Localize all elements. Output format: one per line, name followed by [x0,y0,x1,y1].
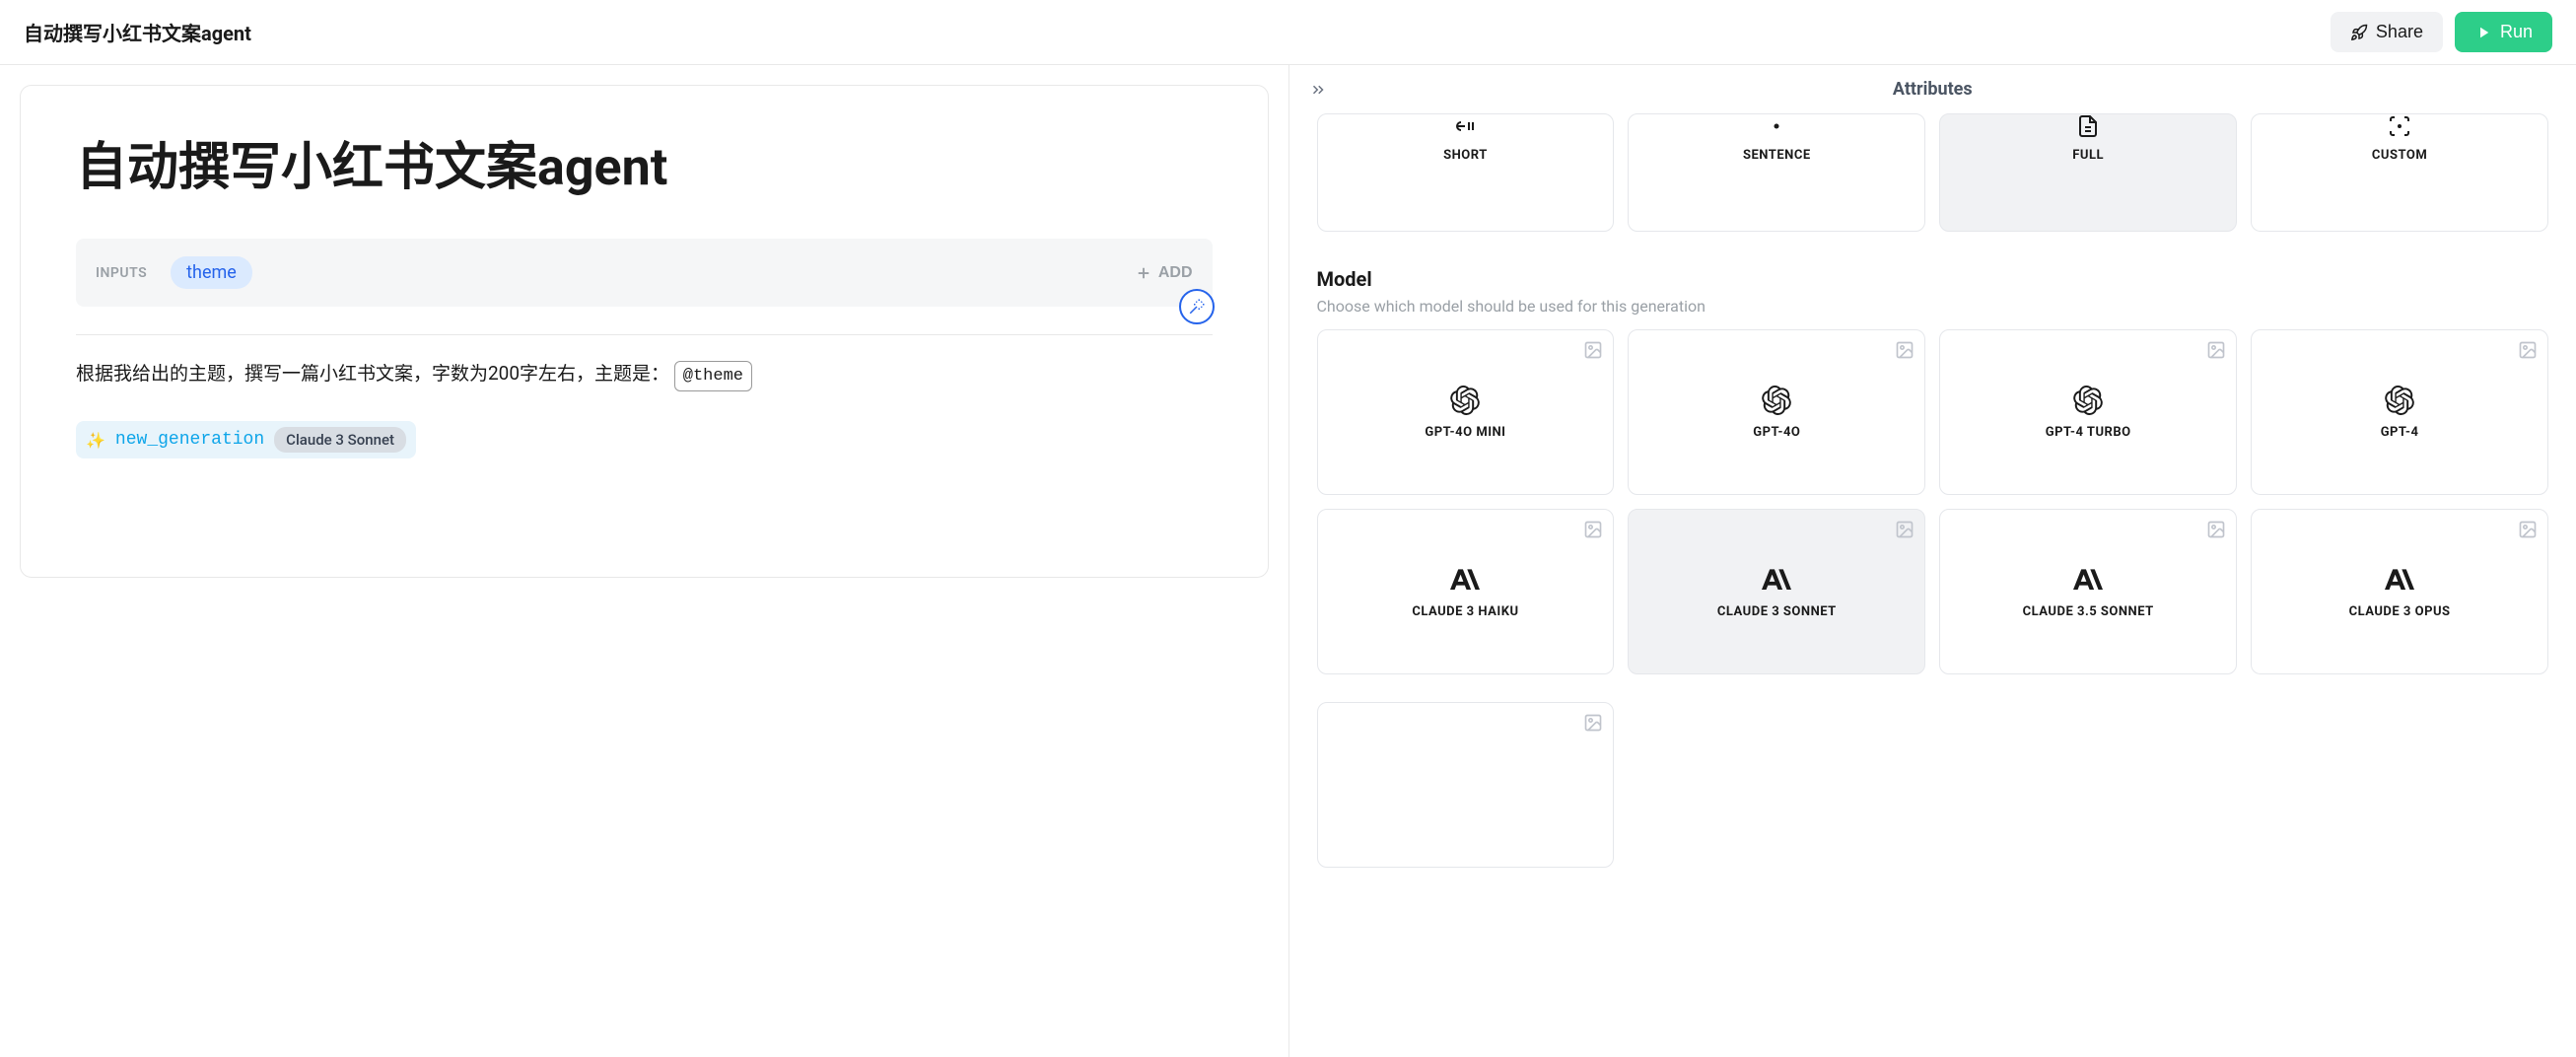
add-label: ADD [1158,264,1193,282]
model-tile-claude-3-opus[interactable]: CLAUDE 3 OPUS [2251,509,2548,674]
prompt-prefix: 根据我给出的主题，撰写一篇小红书文案，字数为200字左右，主题是： [76,362,669,385]
extra-grid [1289,702,2576,895]
model-label: CLAUDE 3 HAIKU [1412,604,1518,619]
main-layout: 自动撰写小红书文案agent INPUTS theme ADD [0,65,2576,1057]
plus-icon [1135,264,1152,282]
model-label: GPT-4 [2381,425,2419,440]
run-label: Run [2500,22,2533,42]
model-tile-gpt-4[interactable]: GPT-4 [2251,329,2548,495]
model-label: GPT-4O MINI [1425,425,1505,440]
anthropic-logo-icon [1762,565,1791,595]
image-icon [1895,340,1915,360]
openai-logo-icon [1450,386,1480,415]
panel-title: Attributes [1893,79,1973,100]
image-icon [2518,520,2538,539]
generation-block[interactable]: ✨ new_generation Claude 3 Sonnet [76,421,416,458]
editor-card: 自动撰写小红书文案agent INPUTS theme ADD [20,85,1269,578]
length-tile-custom[interactable]: CUSTOM [2251,113,2548,232]
model-tile-claude-3-sonnet[interactable]: CLAUDE 3 SONNET [1628,509,1925,674]
length-tile-short[interactable]: SHORT [1317,113,1615,232]
image-icon [1583,713,1603,733]
prompt-text[interactable]: 根据我给出的主题，撰写一篇小红书文案，字数为200字左右，主题是： @theme [76,359,1213,391]
anthropic-logo-icon [2073,565,2103,595]
image-icon [1895,520,1915,539]
run-button[interactable]: Run [2455,12,2552,52]
length-tile-sentence[interactable]: SENTENCE [1628,113,1925,232]
model-tile-claude-3-5-sonnet[interactable]: CLAUDE 3.5 SONNET [1939,509,2237,674]
app-header: 自动撰写小红书文案agent Share Run [0,0,2576,65]
full-icon [2076,114,2100,138]
model-label: GPT-4O [1753,425,1800,440]
rocket-icon [2350,24,2368,41]
magic-wand-button[interactable] [1179,289,1215,324]
length-tile-full[interactable]: FULL [1939,113,2237,232]
magic-wand-icon [1188,298,1206,316]
model-label: CLAUDE 3.5 SONNET [2023,604,2154,619]
length-label: SENTENCE [1743,148,1811,163]
panel-header: Attributes [1289,65,2576,113]
play-icon [2474,24,2492,41]
inputs-row: INPUTS theme ADD [76,239,1213,307]
model-section-desc: Choose which model should be used for th… [1317,297,2549,316]
model-tile-gpt-4o-mini[interactable]: GPT-4O MINI [1317,329,1615,495]
image-icon [1583,340,1603,360]
share-button[interactable]: Share [2331,12,2443,52]
model-label: CLAUDE 3 OPUS [2349,604,2451,619]
anthropic-logo-icon [2385,565,2414,595]
short-icon [1453,114,1477,138]
model-tile-gpt-4-turbo[interactable]: GPT-4 TURBO [1939,329,2237,495]
generation-model-badge: Claude 3 Sonnet [274,427,406,453]
model-tile-placeholder[interactable] [1317,702,1615,868]
anthropic-logo-icon [1450,565,1480,595]
openai-logo-icon [1762,386,1791,415]
sparkle-icon: ✨ [86,431,105,450]
model-grid: GPT-4O MINI GPT-4O GPT-4 TURBO GPT-4 CLAUDE … [1289,329,2576,702]
model-section-title: Model [1317,267,2549,291]
model-label: CLAUDE 3 SONNET [1717,604,1837,619]
image-icon [1583,520,1603,539]
inputs-label: INPUTS [96,265,147,281]
variable-pill-theme[interactable]: @theme [674,361,752,391]
image-icon [2206,340,2226,360]
image-icon [2206,520,2226,539]
model-label: GPT-4 TURBO [2046,425,2131,440]
model-tile-claude-3-haiku[interactable]: CLAUDE 3 HAIKU [1317,509,1615,674]
custom-icon [2388,114,2411,138]
openai-logo-icon [2385,386,2414,415]
sentence-icon [1765,114,1788,138]
agent-title: 自动撰写小红书文案agent [76,125,1213,199]
openai-logo-icon [2073,386,2103,415]
editor-panel: 自动撰写小红书文案agent INPUTS theme ADD [0,65,1288,1057]
header-actions: Share Run [2331,12,2552,52]
model-section-head: Model Choose which model should be used … [1289,259,2576,329]
attributes-panel: Attributes SHORT SENTENCE FULL CUSTOM Model… [1288,65,2576,1057]
length-options-grid: SHORT SENTENCE FULL CUSTOM [1289,113,2576,259]
length-label: FULL [2072,148,2104,163]
model-tile-gpt-4o[interactable]: GPT-4O [1628,329,1925,495]
divider [76,334,1213,335]
collapse-panel-button[interactable] [1309,81,1327,99]
length-label: CUSTOM [2372,148,2427,163]
share-label: Share [2376,22,2423,42]
length-label: SHORT [1443,148,1488,163]
page-title: 自动撰写小红书文案agent [24,18,251,46]
add-input-button[interactable]: ADD [1135,264,1193,282]
generation-name: new_generation [115,430,264,450]
image-icon [2518,340,2538,360]
input-chip-theme[interactable]: theme [171,256,252,289]
